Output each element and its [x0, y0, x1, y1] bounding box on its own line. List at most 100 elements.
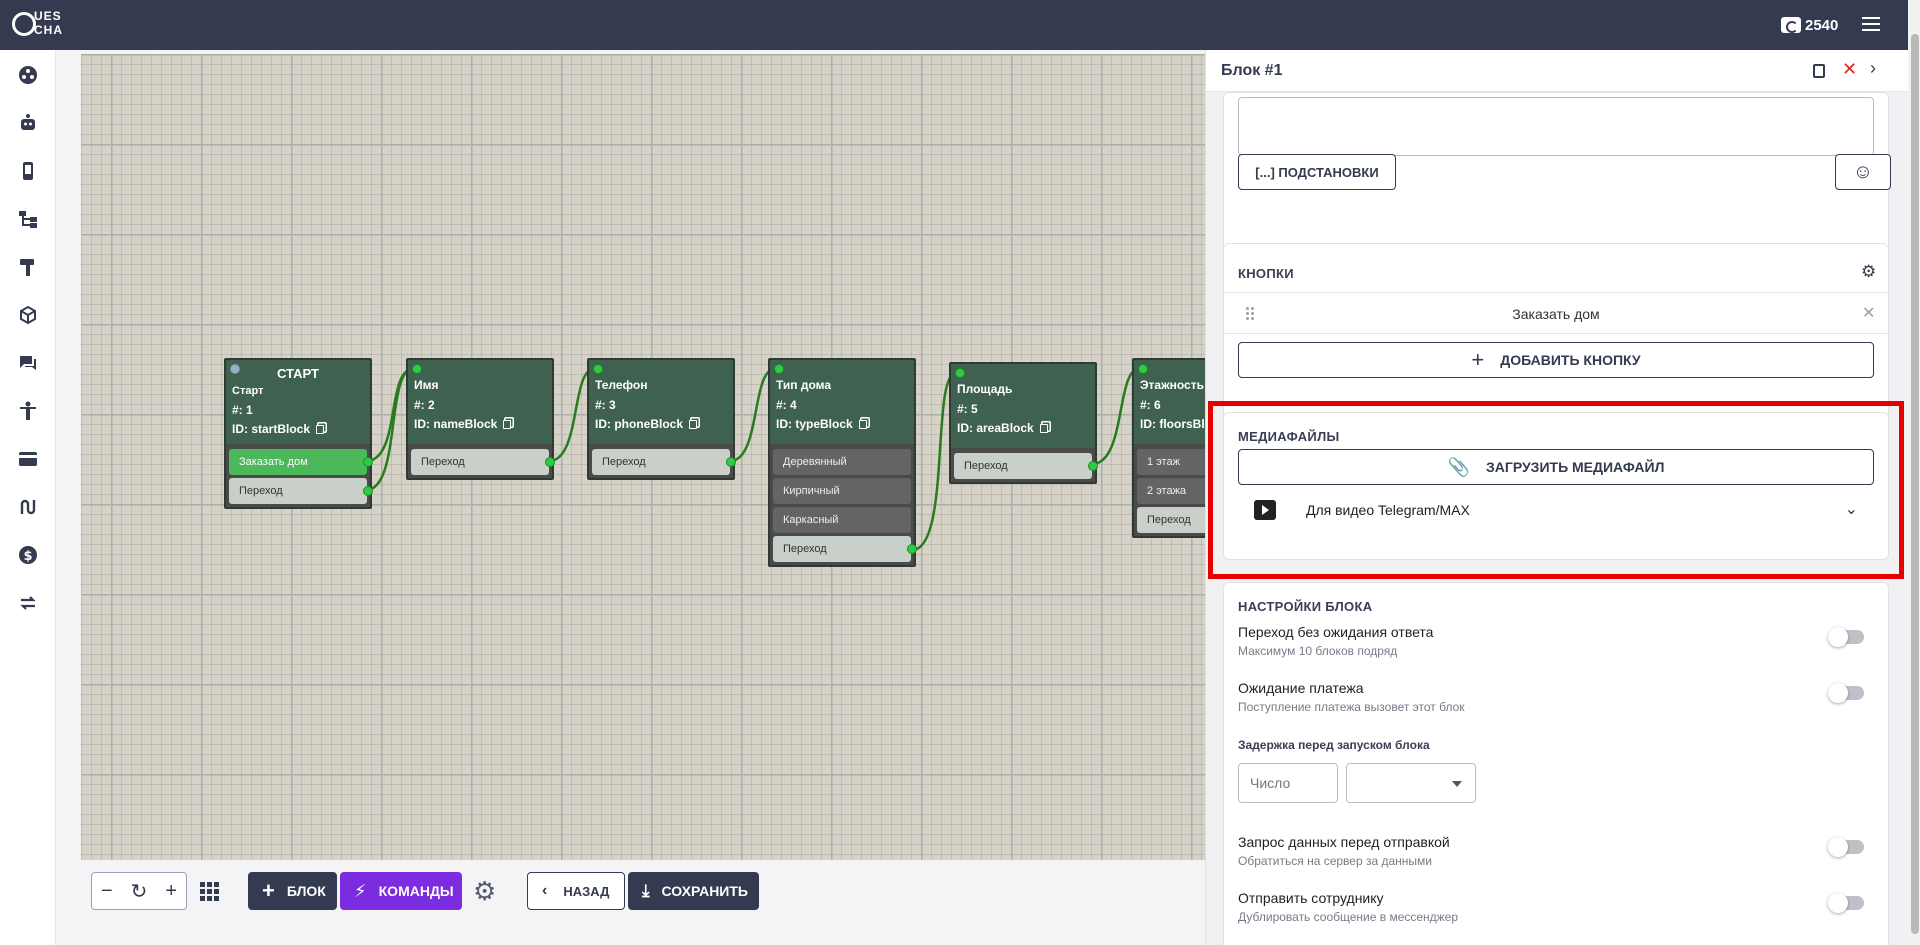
block-number: #: 3: [595, 398, 616, 412]
block-input-connector[interactable]: [955, 368, 965, 378]
flow-block-name[interactable]: Имя #: 2 ID: nameBlock Переход: [406, 358, 555, 480]
block-button-row[interactable]: Кирпичный: [773, 478, 911, 504]
copy-icon[interactable]: [858, 419, 867, 429]
block-input-connector[interactable]: [774, 364, 784, 374]
block-id: ID: nameBlock: [414, 417, 498, 431]
back-button[interactable]: ‹ НАЗАД: [527, 872, 625, 910]
robot-icon[interactable]: [17, 112, 39, 134]
hammer-icon[interactable]: [17, 256, 39, 278]
buttons-card: КНОПКИ ⚙ Заказать дом ✕ + ДОБАВИТЬ КНОПК…: [1223, 243, 1889, 431]
chat-icon[interactable]: [17, 352, 39, 374]
message-textarea[interactable]: [1238, 97, 1874, 156]
route-icon[interactable]: [17, 496, 39, 518]
flow-block-floors[interactable]: Этажность #: 6 ID: floorsBlock 1 этаж 2 …: [1132, 358, 1205, 538]
output-connector[interactable]: [1088, 461, 1098, 471]
balance[interactable]: 2540: [1781, 14, 1838, 36]
plus-icon: +: [1471, 347, 1485, 372]
media-item[interactable]: Для видео Telegram/MAX ⌄: [1238, 493, 1874, 527]
add-button-button[interactable]: + ДОБАВИТЬ КНОПКУ: [1238, 342, 1874, 378]
output-connector[interactable]: [907, 544, 917, 554]
block-button-row[interactable]: 1 этаж: [1137, 449, 1205, 475]
delay-number-input[interactable]: [1238, 763, 1338, 803]
zoom-in-icon[interactable]: +: [165, 880, 177, 903]
button-item-row[interactable]: Заказать дом ✕: [1224, 292, 1888, 334]
page-scrollbar[interactable]: [1908, 0, 1920, 945]
wallet-icon: [1781, 17, 1801, 33]
output-connector[interactable]: [726, 457, 736, 467]
grid-icon[interactable]: [200, 872, 222, 910]
settings-gear-icon[interactable]: ⚙: [473, 872, 496, 910]
copy-icon[interactable]: [689, 419, 698, 429]
flow-block-phone[interactable]: Телефон #: 3 ID: phoneBlock Переход: [587, 358, 736, 480]
block-title: Площадь: [957, 382, 1013, 396]
buttons-section-title: КНОПКИ: [1238, 266, 1294, 281]
block-settings-card: НАСТРОЙКИ БЛОКА Переход без ожидания отв…: [1223, 582, 1889, 945]
delay-unit-select[interactable]: [1346, 763, 1476, 803]
gear-icon[interactable]: ⚙: [1861, 262, 1876, 282]
copy-icon[interactable]: [1039, 423, 1048, 433]
emoji-icon[interactable]: ☺: [1835, 154, 1891, 190]
substitutions-button[interactable]: [...] ПОДСТАНОВКИ: [1238, 154, 1396, 190]
copy-icon[interactable]: [316, 424, 325, 434]
block-id: ID: typeBlock: [776, 417, 853, 431]
flow-block-start[interactable]: СТАРТ Старт #: 1 ID: startBlock Заказать…: [224, 358, 373, 509]
block-input-connector[interactable]: [593, 364, 603, 374]
flow-canvas[interactable]: СТАРТ Старт #: 1 ID: startBlock Заказать…: [81, 54, 1205, 860]
dashboard-icon[interactable]: [17, 64, 39, 86]
payment-wait-toggle[interactable]: [1828, 683, 1864, 703]
remove-icon[interactable]: ✕: [1862, 303, 1875, 323]
copy-icon[interactable]: [1813, 64, 1825, 78]
block-id: ID: startBlock: [232, 422, 311, 436]
block-button-row[interactable]: Заказать дом: [229, 449, 373, 475]
chevron-down-icon[interactable]: ⌄: [1845, 499, 1858, 519]
block-number: #: 2: [414, 398, 435, 412]
phone-icon[interactable]: [17, 160, 39, 182]
zoom-out-icon[interactable]: −: [101, 880, 113, 903]
plus-icon: +: [262, 878, 275, 903]
output-connector[interactable]: [545, 457, 555, 467]
copy-icon[interactable]: [503, 419, 512, 429]
data-request-toggle[interactable]: [1828, 837, 1864, 857]
block-transition-row[interactable]: Переход: [1137, 507, 1205, 533]
send-to-employee-toggle[interactable]: [1828, 893, 1864, 913]
close-icon[interactable]: ✕: [1842, 59, 1857, 80]
commands-button[interactable]: ⚡ КОМАНДЫ: [340, 872, 462, 910]
block-button-row[interactable]: 2 этажа: [1137, 478, 1205, 504]
block-button-row[interactable]: Деревянный: [773, 449, 911, 475]
block-title: СТАРТ: [276, 366, 319, 381]
add-block-button[interactable]: + БЛОК: [248, 872, 337, 910]
credit-card-icon[interactable]: [17, 448, 39, 470]
block-number: #: 4: [776, 398, 797, 412]
block-transition-row[interactable]: Переход: [229, 478, 373, 504]
no-wait-toggle[interactable]: [1828, 627, 1864, 647]
block-transition-row[interactable]: Переход: [773, 536, 917, 562]
block-transition-row[interactable]: Переход: [954, 453, 1098, 479]
output-connector[interactable]: [363, 457, 373, 467]
reset-zoom-icon[interactable]: ↻: [131, 879, 148, 904]
person-icon[interactable]: [17, 400, 39, 422]
sitemap-icon[interactable]: [17, 208, 39, 230]
media-item-label: Для видео Telegram/MAX: [1306, 502, 1470, 518]
cube-icon[interactable]: [17, 304, 39, 326]
flow-block-type[interactable]: Тип дома #: 4 ID: typeBlock Деревянный К…: [768, 358, 917, 567]
button-item-label: Заказать дом: [1512, 306, 1600, 322]
block-button-row[interactable]: Каркасный: [773, 507, 911, 533]
menu-icon[interactable]: [1862, 17, 1880, 31]
sidebar: $: [0, 50, 56, 945]
upload-media-button[interactable]: 📎 ЗАГРУЗИТЬ МЕДИАФАЙЛ: [1238, 449, 1874, 485]
transfer-icon[interactable]: [17, 592, 39, 614]
top-bar: UES CHA 2540: [0, 0, 1920, 50]
output-connector[interactable]: [363, 486, 373, 496]
flow-block-area[interactable]: Площадь #: 5 ID: areaBlock Переход: [949, 362, 1098, 484]
logo[interactable]: UES CHA: [12, 8, 70, 42]
chevron-left-icon: ‹: [542, 882, 548, 899]
block-title: Имя: [414, 378, 439, 392]
save-button[interactable]: ⤓ СОХРАНИТЬ: [628, 872, 759, 910]
chevron-right-icon[interactable]: ›: [1870, 58, 1876, 79]
block-input-connector[interactable]: [1138, 364, 1148, 374]
dollar-icon[interactable]: $: [17, 544, 39, 566]
block-transition-row[interactable]: Переход: [411, 449, 555, 475]
block-transition-row[interactable]: Переход: [592, 449, 736, 475]
block-input-connector[interactable]: [412, 364, 422, 374]
panel-title: Блок #1: [1221, 62, 1283, 79]
